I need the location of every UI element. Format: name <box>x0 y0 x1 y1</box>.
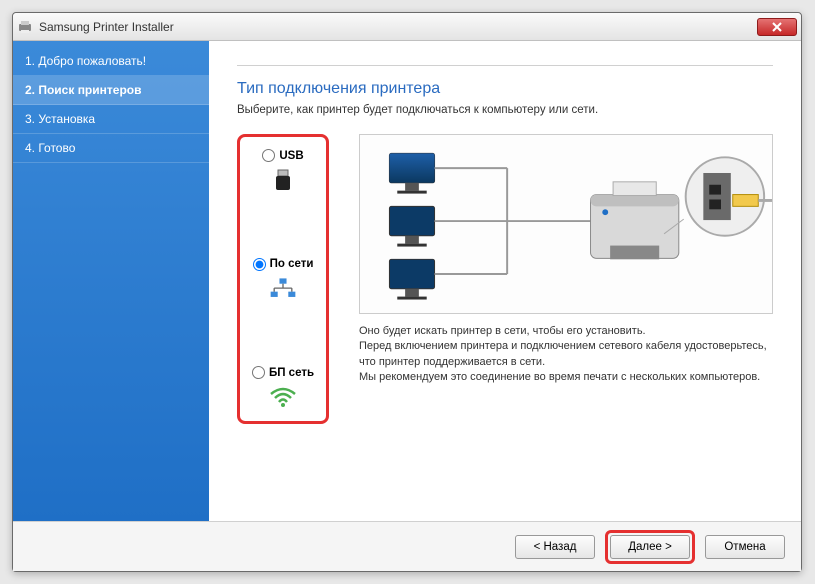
close-icon <box>772 22 782 32</box>
sidebar-step-install[interactable]: 3. Установка <box>13 105 209 134</box>
info-line-3: Мы рекомендуем это соединение во время п… <box>359 370 773 385</box>
option-usb[interactable]: USB <box>244 145 322 196</box>
illustration-area: Оно будет искать принтер в сети, чтобы е… <box>359 134 773 424</box>
connection-options-highlight: USB По сети <box>237 134 329 424</box>
next-button-highlight: Далее > <box>605 530 695 564</box>
body: 1. Добро пожаловать! 2. Поиск принтеров … <box>13 41 801 521</box>
info-line-2: Перед включением принтера и подключением… <box>359 339 773 370</box>
next-button[interactable]: Далее > <box>610 535 690 559</box>
radio-network[interactable] <box>253 258 266 271</box>
titlebar: Samsung Printer Installer <box>13 13 801 41</box>
option-wireless-label: БП сеть <box>269 367 314 379</box>
network-illustration <box>359 134 773 314</box>
cancel-button[interactable]: Отмена <box>705 535 785 559</box>
radio-usb[interactable] <box>262 149 275 162</box>
radio-wireless[interactable] <box>252 366 265 379</box>
page-title: Тип подключения принтера <box>237 80 773 98</box>
app-icon <box>17 19 33 35</box>
wifi-icon <box>268 385 298 409</box>
footer: < Назад Далее > Отмена <box>13 521 801 571</box>
close-button[interactable] <box>757 18 797 36</box>
main-panel: Тип подключения принтера Выберите, как п… <box>209 41 801 521</box>
page-description: Выберите, как принтер будет подключаться… <box>237 104 773 116</box>
window-title: Samsung Printer Installer <box>39 20 757 34</box>
option-usb-label: USB <box>279 150 303 162</box>
back-button[interactable]: < Назад <box>515 535 595 559</box>
network-icon <box>268 277 298 301</box>
sidebar-step-welcome[interactable]: 1. Добро пожаловать! <box>13 47 209 76</box>
divider <box>237 65 773 66</box>
sidebar: 1. Добро пожаловать! 2. Поиск принтеров … <box>13 41 209 521</box>
content-row: USB По сети <box>237 134 773 424</box>
info-text: Оно будет искать принтер в сети, чтобы е… <box>359 324 773 386</box>
option-network[interactable]: По сети <box>244 254 322 305</box>
sidebar-step-done[interactable]: 4. Готово <box>13 134 209 163</box>
sidebar-step-search[interactable]: 2. Поиск принтеров <box>13 76 209 105</box>
info-line-1: Оно будет искать принтер в сети, чтобы е… <box>359 324 773 339</box>
option-wireless[interactable]: БП сеть <box>244 362 322 413</box>
option-network-label: По сети <box>270 258 314 270</box>
usb-icon <box>268 168 298 192</box>
installer-window: Samsung Printer Installer 1. Добро пожал… <box>12 12 802 572</box>
